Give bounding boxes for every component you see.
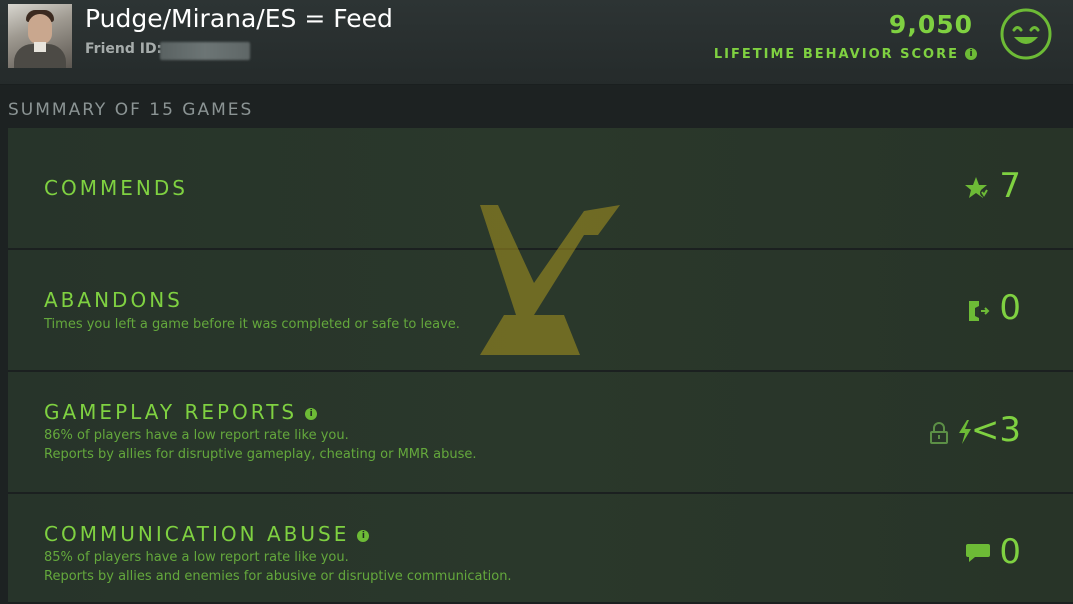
summary-title: SUMMARY OF 15 GAMES <box>8 100 254 120</box>
communication-abuse-line2: Reports by allies and enemies for abusiv… <box>44 569 512 584</box>
behavior-score-value: 9,050 <box>888 10 973 39</box>
info-icon[interactable]: i <box>965 48 977 60</box>
gameplay-reports-line1: 86% of players have a low report rate li… <box>44 428 349 443</box>
gameplay-reports-title: GAMEPLAY REPORTS i <box>44 400 318 424</box>
behavior-score-label: LIFETIME BEHAVIOR SCORE <box>713 47 959 62</box>
abandons-title: ABANDONS <box>44 288 183 312</box>
communication-abuse-line1: 85% of players have a low report rate li… <box>44 550 349 565</box>
player-name: Pudge/Mirana/ES = Feed <box>85 4 393 33</box>
behavior-emblem-icon <box>480 205 620 355</box>
commends-value: 7 <box>999 166 1021 206</box>
communication-abuse-panel: COMMUNICATION ABUSE i 85% of players have… <box>8 494 1073 604</box>
friend-id-label: Friend ID: <box>85 41 163 57</box>
avatar[interactable] <box>8 4 72 68</box>
communication-abuse-value: 0 <box>999 532 1021 572</box>
communication-abuse-title-text: COMMUNICATION ABUSE <box>44 522 350 546</box>
friend-id-redacted <box>160 42 250 60</box>
smiley-face-icon <box>1000 8 1052 60</box>
abandons-value: 0 <box>999 288 1021 328</box>
abandons-description: Times you left a game before it was comp… <box>44 317 460 332</box>
commend-star-icon <box>965 177 988 198</box>
door-exit-icon <box>969 301 990 321</box>
gameplay-reports-value: <3 <box>970 410 1021 450</box>
info-icon[interactable]: i <box>305 407 318 420</box>
gameplay-reports-line2: Reports by allies for disruptive gamepla… <box>44 447 477 462</box>
info-icon[interactable]: i <box>357 529 370 542</box>
gameplay-reports-title-text: GAMEPLAY REPORTS <box>44 400 298 424</box>
gameplay-reports-panel: GAMEPLAY REPORTS i 86% of players have a … <box>8 372 1073 494</box>
commends-title: COMMENDS <box>44 176 188 200</box>
lock-icon[interactable] <box>929 422 949 444</box>
profile-header: Pudge/Mirana/ES = Feed Friend ID: 9,050 … <box>0 0 1073 85</box>
communication-abuse-title: COMMUNICATION ABUSE i <box>44 522 370 546</box>
speech-bubble-icon <box>966 544 990 562</box>
